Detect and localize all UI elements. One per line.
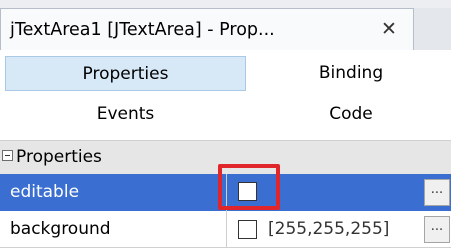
background-ellipsis-button[interactable]: ... (424, 216, 450, 243)
bottom-divider (0, 247, 451, 248)
property-row-background[interactable]: background [255,255,255] ... (0, 211, 451, 248)
property-tabs: Properties Binding Events Code (0, 50, 451, 140)
close-icon[interactable]: ✕ (381, 18, 397, 40)
minus-box-icon[interactable] (2, 150, 13, 161)
tab-strip-empty-area (414, 8, 451, 50)
property-name: editable (10, 182, 80, 202)
properties-window-titlebar: jTextArea1 [JTextArea] - Prop... ✕ (0, 0, 451, 51)
column-divider (226, 211, 227, 248)
tab-code[interactable]: Code (276, 97, 426, 132)
highlight-box (218, 164, 280, 210)
background-value: [255,255,255] (268, 219, 390, 239)
editable-ellipsis-button[interactable]: ... (424, 179, 450, 206)
tab-binding[interactable]: Binding (276, 56, 426, 91)
background-checkbox[interactable] (238, 220, 257, 239)
document-tab[interactable]: jTextArea1 [JTextArea] - Prop... ✕ (0, 8, 414, 50)
tab-properties[interactable]: Properties (5, 56, 246, 91)
property-name: background (10, 219, 111, 239)
section-label: Properties (16, 147, 102, 167)
tab-events[interactable]: Events (5, 97, 246, 132)
window-title: jTextArea1 [JTextArea] - Prop... (10, 20, 275, 40)
